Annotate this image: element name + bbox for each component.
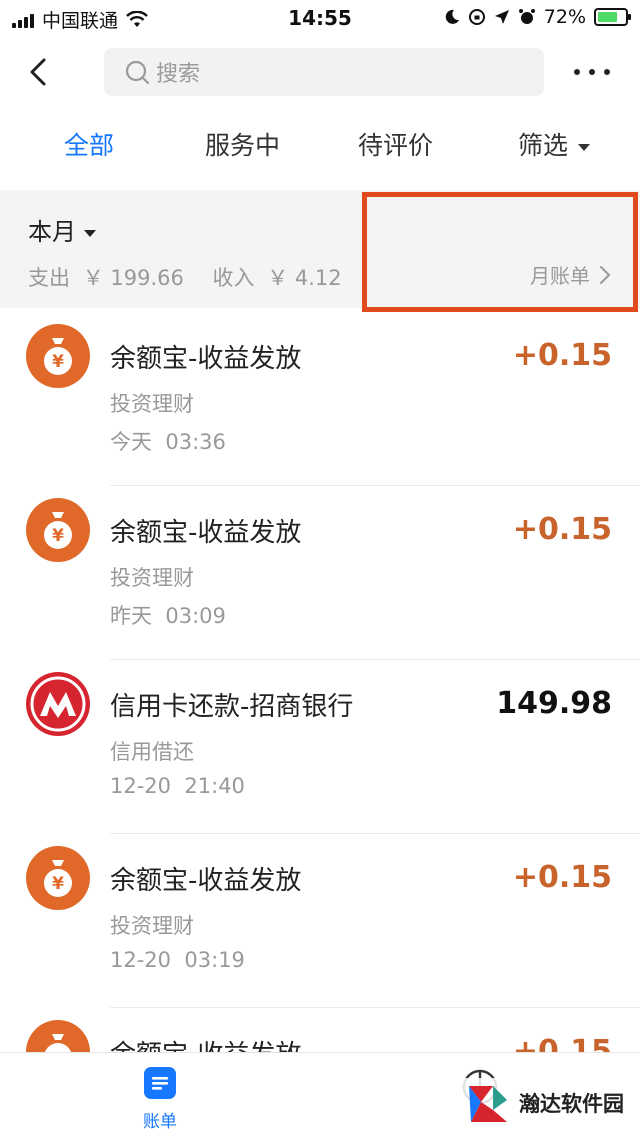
- more-dot-icon: [574, 69, 580, 75]
- battery-icon: [594, 8, 631, 26]
- svg-text:¥: ¥: [52, 526, 64, 546]
- back-button[interactable]: [20, 52, 60, 92]
- list-item[interactable]: ¥ 余额宝-收益发放 投资理财 12-20 03:19 +0.15: [0, 834, 640, 1008]
- filter-tabs: 全部 服务中 待评价 筛选: [0, 126, 640, 176]
- more-options-button[interactable]: [574, 60, 610, 84]
- transaction-list: ¥ 余额宝-收益发放 投资理财 今天 03:36 +0.15 ¥ 余额宝-收益发…: [0, 312, 640, 1138]
- list-item[interactable]: ¥ 余额宝-收益发放 投资理财 昨天 03:09 +0.15: [0, 486, 640, 660]
- transaction-amount: +0.15: [512, 860, 612, 895]
- tab-in-service[interactable]: 服务中: [205, 126, 280, 162]
- search-placeholder: 搜索: [156, 62, 201, 87]
- moon-icon: [445, 9, 459, 24]
- money-bag-icon: ¥: [26, 324, 90, 388]
- transaction-title: 余额宝-收益发放: [110, 866, 302, 896]
- chevron-left-icon: [30, 58, 46, 86]
- tab-bills-label: 账单: [143, 1112, 177, 1132]
- alarm-icon: [518, 9, 535, 24]
- transaction-amount: +0.15: [512, 338, 612, 373]
- list-item[interactable]: 信用卡还款-招商银行 信用借还 12-20 21:40 149.98: [0, 660, 640, 834]
- header: 搜索: [0, 44, 640, 100]
- caret-down-icon: [84, 229, 96, 237]
- month-totals: 支出 ￥ 199.66 收入 ￥ 4.12: [28, 262, 348, 292]
- tab-label: 服务中: [205, 131, 281, 160]
- list-item[interactable]: ¥ 余额宝-收益发放 投资理财 今天 03:36 +0.15: [0, 312, 640, 486]
- transaction-amount: +0.15: [512, 512, 612, 547]
- expense-label: 支出: [28, 266, 70, 290]
- income-value: ￥ 4.12: [267, 266, 342, 290]
- watermark-logo-icon: [469, 1086, 507, 1122]
- money-bag-icon: ¥: [26, 498, 90, 562]
- transaction-time: 今天 03:36: [110, 430, 226, 454]
- transaction-category: 投资理财: [110, 392, 194, 416]
- transaction-category: 信用借还: [110, 740, 194, 764]
- month-selector[interactable]: 本月: [28, 212, 96, 247]
- caret-down-icon: [578, 143, 591, 151]
- more-dot-icon: [604, 69, 610, 75]
- tab-filter[interactable]: 筛选: [518, 126, 591, 162]
- watermark: 瀚达软件园: [463, 1078, 624, 1128]
- transaction-title: 余额宝-收益发放: [110, 344, 302, 374]
- tab-bills[interactable]: 账单: [130, 1067, 190, 1132]
- cmb-bank-logo-icon: [26, 672, 90, 736]
- month-label: 本月: [28, 218, 76, 246]
- transaction-title: 信用卡还款-招商银行: [110, 692, 354, 722]
- transaction-category: 投资理财: [110, 566, 194, 590]
- tab-label: 待评价: [358, 131, 434, 160]
- more-dot-icon: [589, 69, 595, 75]
- tab-label: 筛选: [518, 131, 569, 160]
- watermark-text: 瀚达软件园: [519, 1091, 624, 1116]
- expense-value: ￥ 199.66: [82, 266, 184, 290]
- money-bag-icon: ¥: [26, 846, 90, 910]
- status-bar: 中国联通 14:55 72%: [0, 0, 640, 36]
- svg-text:¥: ¥: [52, 874, 64, 894]
- transaction-amount: 149.98: [496, 686, 612, 721]
- transaction-title: 余额宝-收益发放: [110, 518, 302, 548]
- bill-list-icon: [144, 1067, 176, 1099]
- svg-text:¥: ¥: [52, 352, 64, 372]
- tab-label: 全部: [64, 131, 115, 160]
- tab-all[interactable]: 全部: [64, 126, 114, 162]
- annotation-highlight-box: [362, 192, 638, 312]
- bottom-tab-bar: 账单 瀚达软件园: [0, 1052, 640, 1138]
- transaction-time: 12-20 21:40: [110, 774, 245, 798]
- transaction-time: 昨天 03:09: [110, 604, 226, 628]
- transaction-time: 12-20 03:19: [110, 948, 245, 972]
- tab-pending-review[interactable]: 待评价: [358, 126, 433, 162]
- search-input[interactable]: 搜索: [104, 48, 544, 96]
- search-icon: [125, 60, 150, 85]
- location-arrow-icon: [494, 10, 509, 24]
- orientation-lock-icon: [468, 9, 485, 25]
- transaction-category: 投资理财: [110, 914, 194, 938]
- battery-percent: 72%: [543, 6, 586, 28]
- income-label: 收入: [212, 266, 255, 290]
